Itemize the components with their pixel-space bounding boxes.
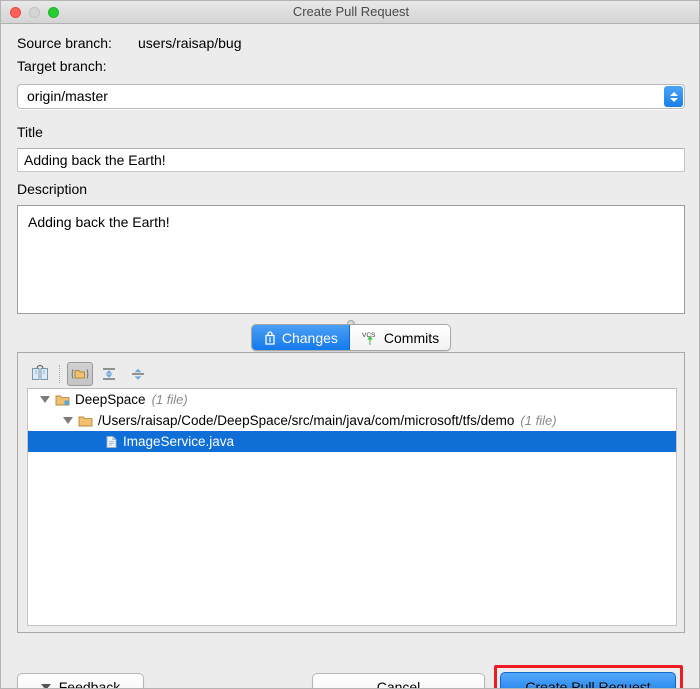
show-diff-icon[interactable] xyxy=(27,362,53,386)
description-textarea[interactable]: Adding back the Earth! xyxy=(17,205,685,314)
source-branch-value: users/raisap/bug xyxy=(138,35,242,51)
tree-node-label: /Users/raisap/Code/DeepSpace/src/main/ja… xyxy=(98,413,514,428)
tree-node-label: ImageService.java xyxy=(123,434,234,449)
folder-icon xyxy=(78,414,93,428)
tab-changes-label: Changes xyxy=(282,330,338,346)
tab-bar: Changes VCS Commits xyxy=(1,324,700,352)
group-by-directory-icon[interactable] xyxy=(67,362,93,386)
create-pull-request-dialog: Create Pull Request Source branch: users… xyxy=(0,0,700,689)
caret-down-icon xyxy=(41,684,51,689)
changes-panel: DeepSpace (1 file) /Users/raisap/Code/De… xyxy=(17,352,685,633)
create-pull-request-button[interactable]: Create Pull Request xyxy=(500,672,676,689)
window-title: Create Pull Request xyxy=(1,1,700,23)
title-bar: Create Pull Request xyxy=(1,1,700,24)
feedback-button-label: Feedback xyxy=(59,679,120,689)
vcs-commits-icon: VCS xyxy=(361,330,379,346)
description-label: Description xyxy=(17,181,87,197)
target-branch-value: origin/master xyxy=(27,85,108,108)
expand-triangle-icon[interactable] xyxy=(40,396,50,403)
tree-row[interactable]: /Users/raisap/Code/DeepSpace/src/main/ja… xyxy=(28,410,676,431)
chevron-updown-icon[interactable] xyxy=(664,86,683,107)
description-textarea-value: Adding back the Earth! xyxy=(28,214,170,230)
tab-commits[interactable]: VCS Commits xyxy=(350,325,450,350)
tree-node-count: (1 file) xyxy=(520,413,556,428)
tree-toolbar xyxy=(27,360,677,387)
toolbar-separator xyxy=(59,365,61,383)
java-file-icon xyxy=(105,435,118,449)
feedback-button[interactable]: Feedback xyxy=(17,673,144,689)
title-label: Title xyxy=(17,124,43,140)
dialog-content: Source branch: users/raisap/bug Target b… xyxy=(1,24,700,689)
target-branch-label: Target branch: xyxy=(17,58,107,74)
tree-row[interactable]: DeepSpace (1 file) xyxy=(28,389,676,410)
changes-icon xyxy=(263,331,277,345)
module-folder-icon xyxy=(55,393,70,407)
changed-files-tree[interactable]: DeepSpace (1 file) /Users/raisap/Code/De… xyxy=(27,388,677,626)
source-branch-label: Source branch: xyxy=(17,35,112,51)
expand-triangle-icon[interactable] xyxy=(63,417,73,424)
tree-row[interactable]: ImageService.java xyxy=(28,431,676,452)
tree-node-count: (1 file) xyxy=(152,392,188,407)
tree-node-label: DeepSpace xyxy=(75,392,146,407)
tab-commits-label: Commits xyxy=(384,330,439,346)
target-branch-combobox[interactable]: origin/master xyxy=(17,84,685,109)
title-input-value: Adding back the Earth! xyxy=(24,149,166,171)
create-pull-request-button-label: Create Pull Request xyxy=(525,679,650,689)
title-input[interactable]: Adding back the Earth! xyxy=(17,148,685,172)
collapse-all-icon[interactable] xyxy=(125,362,151,386)
tab-changes[interactable]: Changes xyxy=(252,325,350,350)
expand-all-icon[interactable] xyxy=(96,362,122,386)
cancel-button-label: Cancel xyxy=(377,679,421,689)
cancel-button[interactable]: Cancel xyxy=(312,673,485,689)
